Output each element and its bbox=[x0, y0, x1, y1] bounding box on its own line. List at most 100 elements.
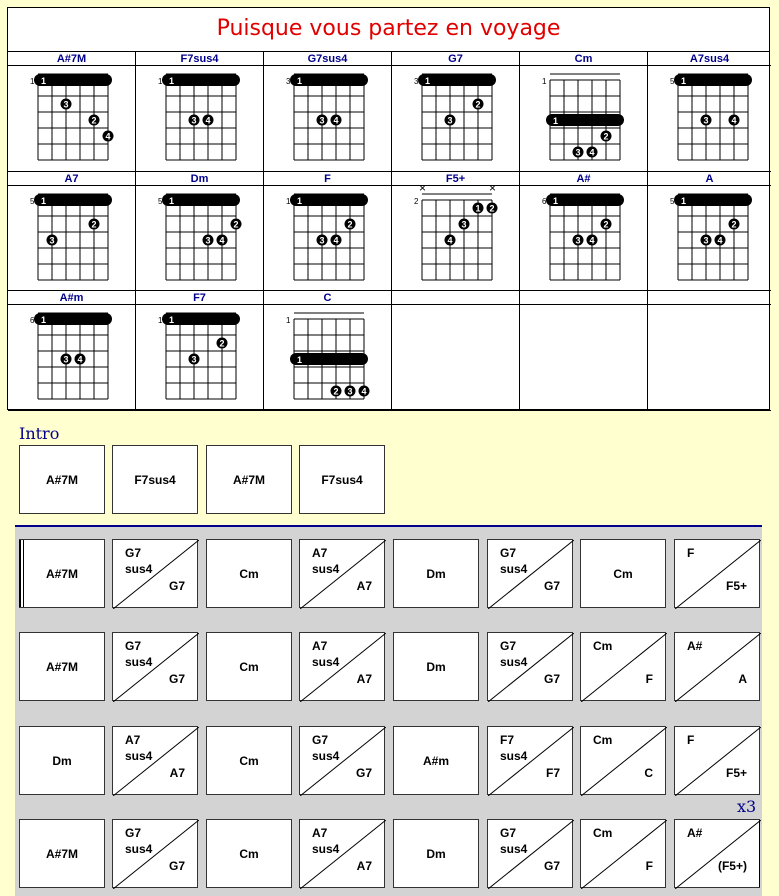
chord-top: A7 sus4 bbox=[312, 826, 340, 856]
chord-top: G7 sus4 bbox=[125, 639, 153, 669]
finger-number: 3 bbox=[575, 236, 580, 246]
chord-cell: G7sus4 3 1 3 4 bbox=[264, 52, 392, 172]
finger-number: 3 bbox=[319, 116, 324, 126]
finger-number: 3 bbox=[703, 236, 708, 246]
chord-box: Cm bbox=[580, 539, 666, 608]
chord-bottom: F5+ bbox=[725, 579, 747, 593]
chord-top: Cm bbox=[593, 826, 613, 840]
song-title: Puisque vous partez en voyage bbox=[8, 8, 769, 52]
chord-label: Cm bbox=[239, 753, 259, 768]
chord-cell: A7 5 1 2 3 bbox=[8, 172, 136, 291]
chord-bottom: A7 bbox=[356, 672, 372, 686]
chord-cell: A#7M 1 1 2 3 4 bbox=[8, 52, 136, 172]
chord-bottom: G7 bbox=[168, 859, 185, 873]
chord-bottom: G7 bbox=[543, 859, 560, 873]
chord-bottom: G7 bbox=[543, 672, 560, 686]
chord-label: A#7M bbox=[45, 846, 78, 861]
finger-number: 2 bbox=[219, 339, 224, 349]
fret-number: 1 bbox=[542, 77, 547, 86]
chord-label: F7sus4 bbox=[321, 472, 363, 487]
finger-number: 2 bbox=[91, 116, 96, 126]
chord-box: Dm bbox=[19, 726, 105, 795]
finger-number: 2 bbox=[603, 132, 608, 142]
chord-name-empty bbox=[648, 291, 771, 305]
chord-bottom: G7 bbox=[168, 579, 185, 593]
barre-finger: 1 bbox=[553, 196, 558, 206]
chord-diagram: 11234 bbox=[286, 193, 368, 281]
chord-name: A7sus4 bbox=[648, 52, 771, 66]
chord-top: A# bbox=[687, 826, 703, 840]
chord-top: F bbox=[687, 546, 695, 560]
barre-finger: 1 bbox=[297, 196, 302, 206]
chord-box: A#7M bbox=[206, 445, 292, 514]
finger-number: 4 bbox=[717, 236, 722, 246]
finger-number: 2 bbox=[91, 220, 96, 230]
chord-top: A7 sus4 bbox=[312, 639, 340, 669]
chord-diagram: 3 123 bbox=[414, 73, 496, 161]
chord-bottom: F7 bbox=[545, 766, 560, 780]
chord-box: F F5+ bbox=[674, 726, 761, 796]
chord-box: G7 sus4 G7 bbox=[112, 819, 199, 889]
chord-name: Dm bbox=[136, 172, 263, 186]
chord-box: G7 sus4 G7 bbox=[299, 726, 386, 796]
repeat-start-bar bbox=[19, 540, 21, 607]
chord-top: Cm bbox=[593, 639, 613, 653]
chord-bottom: A7 bbox=[169, 766, 185, 780]
finger-number: 3 bbox=[205, 236, 210, 246]
chord-top: G7 sus4 bbox=[500, 826, 528, 856]
chord-name: G7sus4 bbox=[264, 52, 391, 66]
chord-diagram: 5 123 4 bbox=[158, 193, 242, 281]
repeat-start-bar-thin bbox=[23, 540, 24, 607]
chord-label: Dm bbox=[426, 566, 446, 581]
chord-diagram: 5 13 4 bbox=[670, 73, 752, 161]
chord-box: A#m bbox=[393, 726, 479, 795]
chord-label: Cm bbox=[239, 659, 259, 674]
finger-number: 3 bbox=[49, 236, 54, 246]
chord-name: A#7M bbox=[8, 52, 135, 66]
chord-box: Cm F bbox=[580, 819, 667, 889]
chord-box: A7 sus4 A7 bbox=[112, 726, 199, 796]
chord-bottom: G7 bbox=[168, 672, 185, 686]
chord-diagram: 6 13 4 bbox=[30, 312, 112, 400]
chord-diagram: 1 13 4 bbox=[158, 73, 240, 161]
chord-diagram: 11234 bbox=[30, 73, 114, 161]
chord-top: A7 sus4 bbox=[125, 733, 153, 763]
finger-number: 2 bbox=[233, 220, 238, 230]
chord-bottom: C bbox=[644, 766, 653, 780]
chord-diagram: 11234 bbox=[542, 73, 624, 161]
chord-box: F F5+ bbox=[674, 539, 761, 609]
chord-bottom: A7 bbox=[356, 859, 372, 873]
finger-number: 2 bbox=[731, 220, 736, 230]
finger-number: 3 bbox=[703, 116, 708, 126]
chord-box: A# (F5+) bbox=[674, 819, 761, 889]
muted-string-x: × bbox=[419, 186, 426, 195]
chord-name: C bbox=[264, 291, 391, 305]
finger-number: 3 bbox=[63, 355, 68, 365]
chord-box: Cm bbox=[206, 819, 292, 888]
chord-chart-table: Puisque vous partez en voyage A#7M 1 1 2 3 4 F… bbox=[7, 7, 771, 411]
barre-finger: 1 bbox=[169, 315, 174, 325]
fret-number: 1 bbox=[286, 316, 291, 325]
finger-number: 3 bbox=[63, 100, 68, 110]
chord-box: A7 sus4 A7 bbox=[299, 539, 386, 609]
finger-number: 4 bbox=[77, 355, 82, 365]
chord-name: Cm bbox=[520, 52, 647, 66]
finger-number: 4 bbox=[219, 236, 224, 246]
finger-number: 1 bbox=[475, 204, 480, 214]
finger-number: 4 bbox=[333, 236, 338, 246]
chord-cell: Dm 5 1 2 3 4 bbox=[136, 172, 264, 291]
barre-finger: 1 bbox=[169, 76, 174, 86]
finger-number: 4 bbox=[361, 387, 366, 397]
chord-top: A7 sus4 bbox=[312, 546, 340, 576]
repeat-end-bar bbox=[759, 820, 760, 887]
chord-top: F7 sus4 bbox=[500, 733, 528, 763]
chord-box: A#7M bbox=[19, 632, 105, 701]
chord-label: Dm bbox=[52, 753, 72, 768]
barre-finger: 1 bbox=[681, 76, 686, 86]
chord-box: G7 sus4 G7 bbox=[487, 632, 574, 702]
chord-name-empty bbox=[520, 291, 647, 305]
chord-cell: A51234 bbox=[648, 172, 771, 291]
chord-bottom: F bbox=[645, 859, 653, 873]
barre-finger: 1 bbox=[41, 315, 46, 325]
chord-box: A# A bbox=[674, 632, 761, 702]
